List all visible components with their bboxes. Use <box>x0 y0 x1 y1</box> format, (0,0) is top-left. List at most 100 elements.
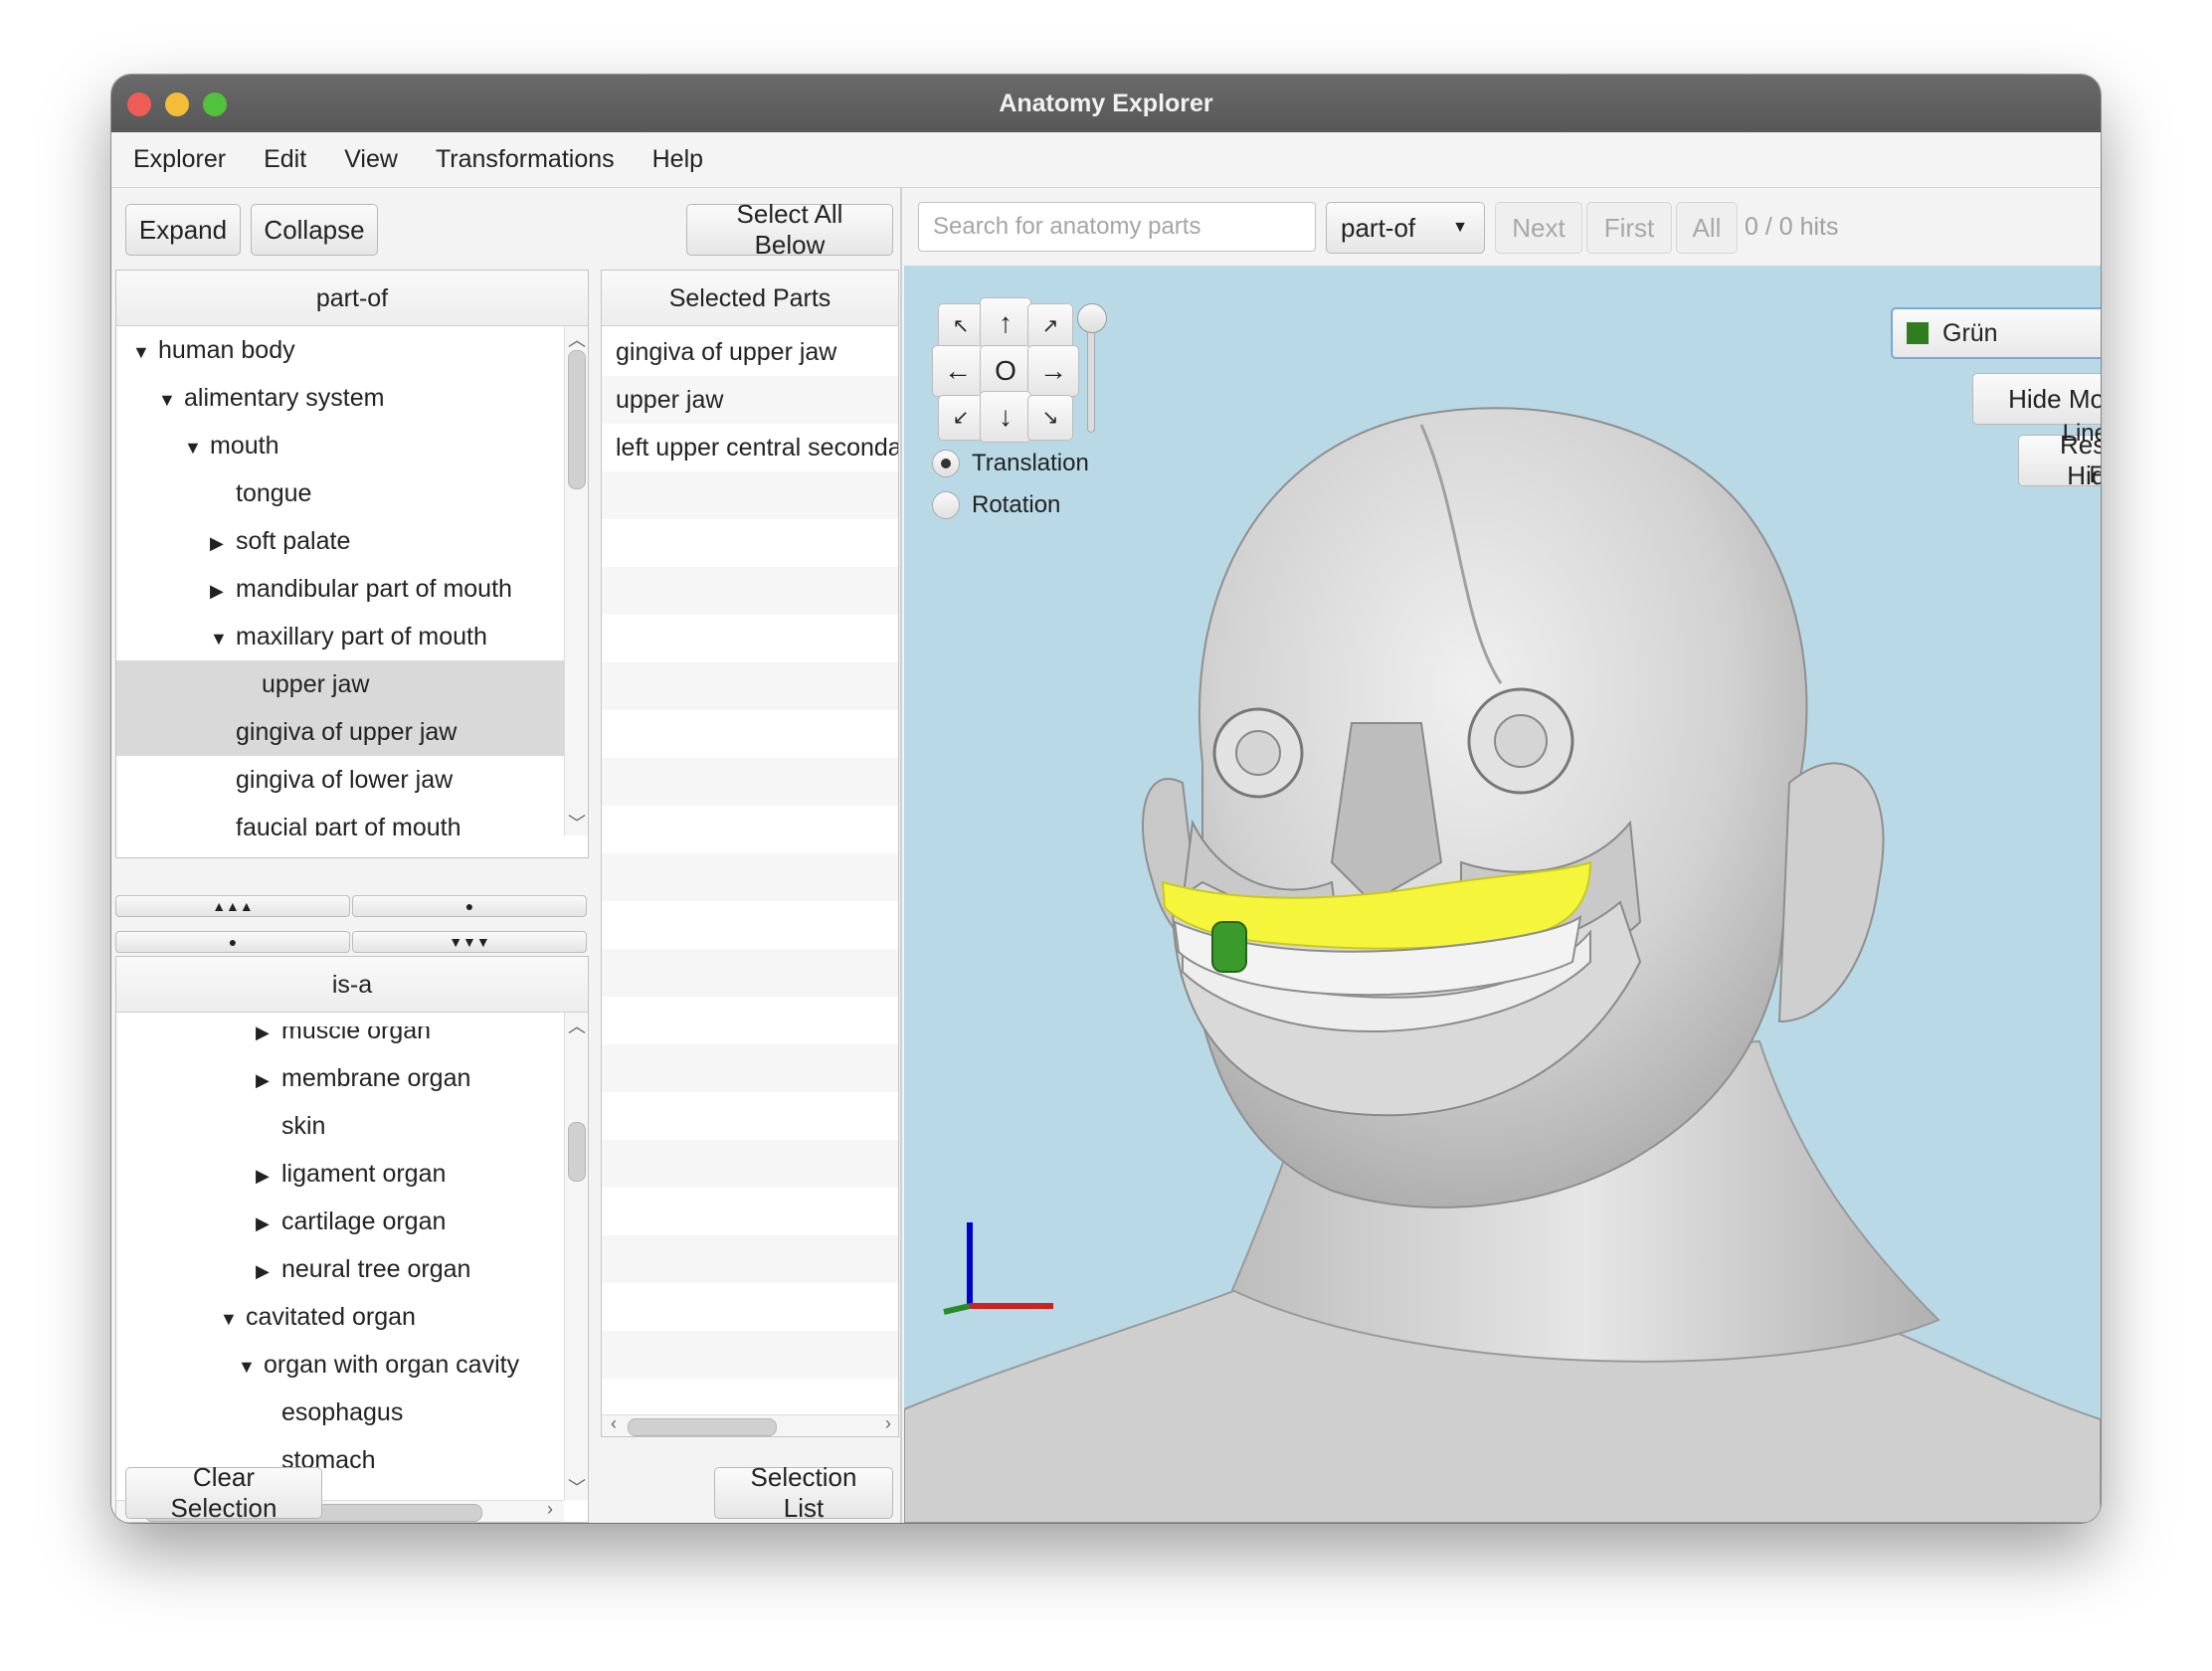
part-of-tree-item[interactable]: ▼ maxillary part of mouth <box>116 613 564 660</box>
tree-item-label: organ with organ cavity <box>264 1351 520 1379</box>
selected-part-item[interactable]: gingiva of upper jaw <box>602 328 898 376</box>
tree-item-label: muscle organ <box>281 1026 432 1044</box>
part-of-tree-item[interactable]: ▶ mandibular part of mouth <box>116 565 564 613</box>
close-window-button[interactable] <box>127 93 151 116</box>
is-a-tree-item[interactable]: ▶ cartilage organ <box>116 1198 564 1245</box>
part-of-tree-item[interactable]: ▼ human body <box>116 326 564 374</box>
collapsed-arrow-icon[interactable]: ▶ <box>210 567 236 615</box>
scroll-right-icon[interactable]: › <box>538 1499 562 1520</box>
part-of-tree-rows: ▼ human body ▼ alimentary system ▼ mouth tongu… <box>116 326 564 836</box>
highlight-color-select[interactable]: Grün ▼ <box>1891 307 2101 359</box>
selected-parts-hscroll-thumb[interactable] <box>628 1418 777 1436</box>
is-a-tree-item[interactable]: skin <box>116 1102 564 1150</box>
expand-button[interactable]: Expand <box>125 204 241 256</box>
all-hits-button[interactable]: All <box>1676 202 1738 254</box>
selected-parts-hscrollbar[interactable]: ‹ › <box>602 1413 898 1436</box>
pan-northwest-button[interactable]: ↖ <box>938 303 984 349</box>
expanded-arrow-icon[interactable]: ▼ <box>158 376 184 424</box>
part-of-vertical-scrollbar[interactable]: ︿ ﹀ <box>564 326 588 836</box>
scroll-down-icon[interactable]: ﹀ <box>565 1474 588 1500</box>
collapsed-arrow-icon[interactable]: ▶ <box>256 1152 281 1200</box>
scroll-up-icon[interactable]: ︿ <box>565 1013 588 1038</box>
translation-radio[interactable] <box>932 450 960 477</box>
tree-item-label: tongue <box>236 479 312 507</box>
pan-left-button[interactable]: ← <box>932 345 984 397</box>
part-of-tree-item[interactable]: tongue <box>116 469 564 517</box>
move-down-all-button[interactable]: ▼▼▼ <box>352 931 587 953</box>
part-of-scroll-thumb[interactable] <box>568 350 586 489</box>
menu-transformations[interactable]: Transformations <box>436 145 615 174</box>
menu-view[interactable]: View <box>344 145 398 174</box>
menu-edit[interactable]: Edit <box>264 145 306 174</box>
pan-northeast-button[interactable]: ↗ <box>1027 303 1073 349</box>
is-a-tree-item[interactable]: esophagus <box>116 1389 564 1436</box>
3d-viewport[interactable]: ↖ ↑ ↗ ← O → ↙ ↓ ↘ Translation Rotation G… <box>904 266 2101 1523</box>
menu-explorer[interactable]: Explorer <box>133 145 226 174</box>
expanded-arrow-icon[interactable]: ▼ <box>184 424 210 471</box>
is-a-tree-item[interactable]: ▼ organ with organ cavity <box>116 1341 564 1389</box>
is-a-tree-item[interactable]: ▶ neural tree organ <box>116 1245 564 1293</box>
app-window: Anatomy Explorer Explorer Edit View Tran… <box>111 75 2101 1523</box>
rotation-radio[interactable] <box>932 491 960 519</box>
collapse-button[interactable]: Collapse <box>251 204 378 256</box>
menu-bar: Explorer Edit View Transformations Help <box>111 132 2101 188</box>
tree-item-label: faucial part of mouth <box>236 814 461 836</box>
pan-up-button[interactable]: ↑ <box>980 297 1031 349</box>
hide-mode-button[interactable]: Hide Mode <box>1972 373 2101 425</box>
part-of-tree-header: part-of <box>116 271 588 326</box>
is-a-tree-item[interactable]: ▶ ligament organ <box>116 1150 564 1198</box>
tree-item-label: human body <box>158 336 295 364</box>
scroll-right-icon[interactable]: › <box>876 1413 898 1434</box>
zoom-slider-thumb[interactable] <box>1077 303 1107 333</box>
expanded-arrow-icon[interactable]: ▼ <box>238 1343 264 1391</box>
reset-center-button[interactable]: O <box>980 345 1031 397</box>
move-down-one-button[interactable]: ● <box>115 931 350 953</box>
minimize-window-button[interactable] <box>165 93 189 116</box>
selection-list-button[interactable]: Selection List <box>714 1462 893 1523</box>
is-a-scroll-thumb[interactable] <box>568 1122 586 1182</box>
collapsed-arrow-icon[interactable]: ▶ <box>256 1026 281 1056</box>
collapsed-arrow-icon[interactable]: ▶ <box>210 519 236 567</box>
scroll-left-icon[interactable]: ‹ <box>602 1413 626 1434</box>
search-input[interactable] <box>918 202 1316 252</box>
empty-list-row <box>602 567 898 615</box>
pan-right-button[interactable]: → <box>1027 345 1079 397</box>
selected-part-item[interactable]: upper jaw <box>602 376 898 424</box>
part-of-tree-item[interactable]: faucial part of mouth <box>116 804 564 836</box>
is-a-tree-item[interactable]: ▶ membrane organ <box>116 1054 564 1102</box>
relation-select[interactable]: part-of ▼ <box>1326 202 1485 254</box>
expanded-arrow-icon[interactable]: ▼ <box>132 328 158 376</box>
move-up-all-button[interactable]: ▲▲▲ <box>115 895 350 917</box>
part-of-tree-item[interactable]: upper jaw <box>116 660 564 708</box>
is-a-tree-item[interactable]: ▼ cavitated organ <box>116 1293 564 1341</box>
move-up-one-button[interactable]: ● <box>352 895 587 917</box>
part-of-tree-item[interactable]: gingiva of upper jaw <box>116 708 564 756</box>
collapsed-arrow-icon[interactable]: ▶ <box>256 1247 281 1295</box>
select-all-below-button[interactable]: Select All Below <box>686 199 893 260</box>
part-of-tree-item[interactable]: ▼ alimentary system <box>116 374 564 422</box>
clear-selection-button[interactable]: Clear Selection <box>125 1462 322 1523</box>
expanded-arrow-icon[interactable]: ▼ <box>220 1295 246 1343</box>
expanded-arrow-icon[interactable]: ▼ <box>210 615 236 662</box>
tree-item-label: soft palate <box>236 527 351 555</box>
collapsed-arrow-icon[interactable]: ▶ <box>256 1056 281 1104</box>
empty-list-row <box>602 710 898 758</box>
pan-southwest-button[interactable]: ↙ <box>938 395 984 441</box>
empty-list-row <box>602 949 898 997</box>
next-hit-button[interactable]: Next <box>1495 202 1582 254</box>
maximize-window-button[interactable] <box>203 93 227 116</box>
selected-part-item[interactable]: left upper central secondary incisor too… <box>602 424 898 471</box>
pan-down-button[interactable]: ↓ <box>980 391 1031 443</box>
first-hit-button[interactable]: First <box>1586 202 1672 254</box>
scroll-up-icon[interactable]: ︿ <box>565 326 588 352</box>
part-of-tree-item[interactable]: ▼ mouth <box>116 422 564 469</box>
part-of-tree-item[interactable]: gingiva of lower jaw <box>116 756 564 804</box>
is-a-vertical-scrollbar[interactable]: ︿ ﹀ <box>564 1013 588 1500</box>
scroll-down-icon[interactable]: ﹀ <box>565 810 588 836</box>
pan-southeast-button[interactable]: ↘ <box>1027 395 1073 441</box>
empty-list-row <box>602 853 898 901</box>
part-of-tree-item[interactable]: ▶ soft palate <box>116 517 564 565</box>
menu-help[interactable]: Help <box>652 145 703 174</box>
is-a-tree-item[interactable]: ▶ muscle organ <box>116 1026 564 1054</box>
collapsed-arrow-icon[interactable]: ▶ <box>256 1200 281 1247</box>
